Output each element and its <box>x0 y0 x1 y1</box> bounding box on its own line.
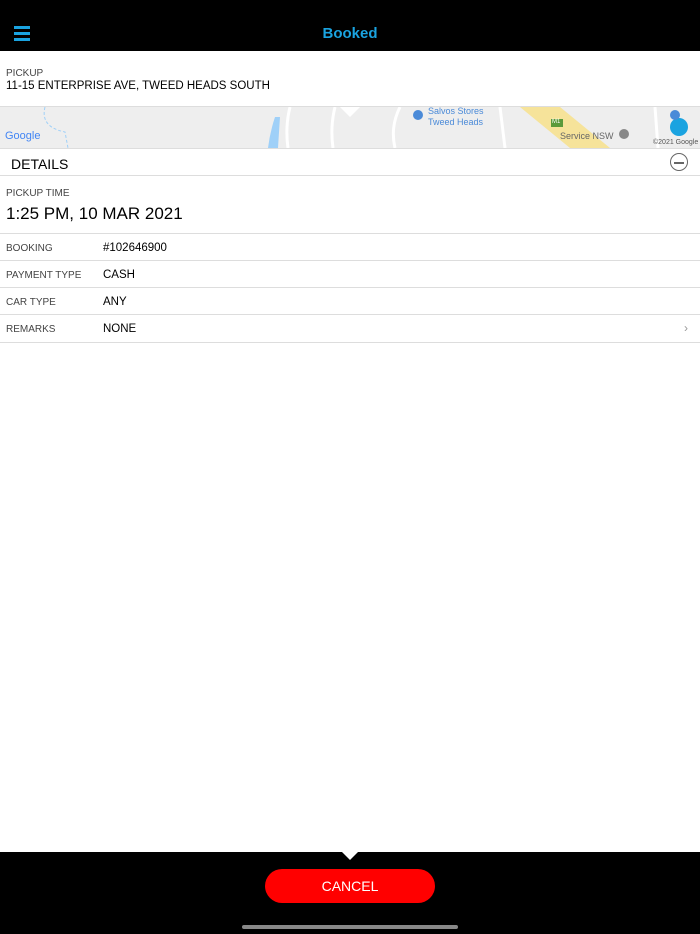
cancel-button[interactable]: CANCEL <box>265 869 435 903</box>
row-value: ANY <box>103 296 127 308</box>
row-value: NONE <box>103 323 137 335</box>
pickup-label: PICKUP <box>6 68 44 79</box>
row-label: BOOKING <box>6 243 53 254</box>
bottom-bar: CANCEL <box>0 852 700 934</box>
row-value: #102646900 <box>103 242 167 254</box>
pickup-section: PICKUP 11-15 ENTERPRISE AVE, TWEED HEADS… <box>0 51 700 107</box>
pickup-address: 11-15 ENTERPRISE AVE, TWEED HEADS SOUTH <box>6 80 270 92</box>
details-header: DETAILS <box>0 148 700 176</box>
page-title: Booked <box>322 25 378 42</box>
google-logo: Google <box>5 130 41 142</box>
map-poi-label: Service NSW <box>560 131 614 141</box>
detail-row-car-type: CAR TYPE ANY <box>0 288 700 315</box>
detail-row-remarks[interactable]: REMARKS NONE › <box>0 315 700 343</box>
row-label: REMARKS <box>6 324 56 335</box>
pickup-time-section: PICKUP TIME 1:25 PM, 10 MAR 2021 <box>0 176 700 234</box>
row-label: CAR TYPE <box>6 297 56 308</box>
map-poi-label: Salvos Stores <box>428 107 484 116</box>
notch-indicator <box>342 852 358 860</box>
map[interactable]: Salvos Stores Tweed Heads Service NSW M1… <box>0 107 700 148</box>
collapse-icon[interactable] <box>670 153 688 171</box>
pickup-time-value: 1:25 PM, 10 MAR 2021 <box>6 204 183 223</box>
map-road-label: M1 <box>552 119 561 125</box>
row-label: PAYMENT TYPE <box>6 270 82 281</box>
pickup-time-label: PICKUP TIME <box>6 188 70 199</box>
home-indicator[interactable] <box>242 925 458 929</box>
map-copyright: ©2021 Google <box>653 139 699 146</box>
top-bar: Booked <box>0 0 700 51</box>
details-heading: DETAILS <box>11 156 69 172</box>
detail-row-booking: BOOKING #102646900 <box>0 234 700 261</box>
row-value: CASH <box>103 269 135 281</box>
map-poi-label: Tweed Heads <box>428 117 484 127</box>
chevron-right-icon: › <box>684 321 688 335</box>
detail-row-payment-type: PAYMENT TYPE CASH <box>0 261 700 288</box>
